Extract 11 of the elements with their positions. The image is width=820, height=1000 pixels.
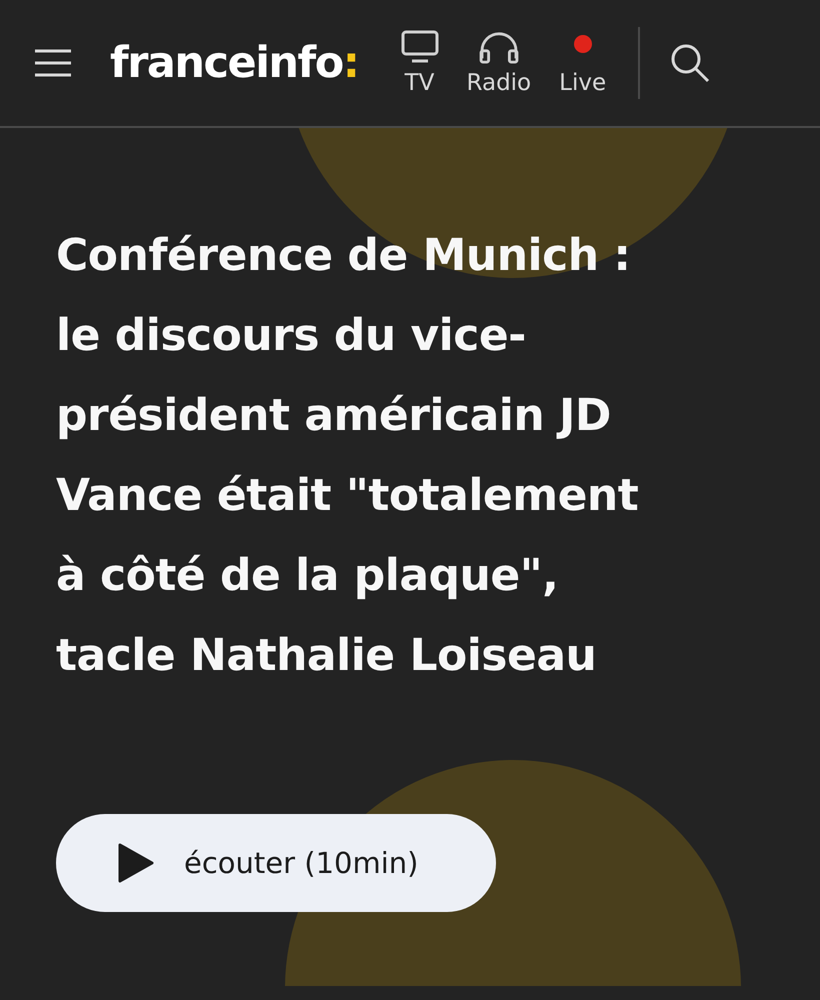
search-icon[interactable] — [670, 43, 710, 83]
nav-link[interactable]: TV — [400, 30, 438, 96]
live-dot-icon — [572, 34, 593, 54]
play-icon — [118, 843, 154, 883]
nav-link[interactable]: Live — [559, 30, 606, 96]
tv-icon — [400, 30, 438, 64]
listen-button[interactable]: écouter (10min) — [56, 814, 496, 912]
menu-icon[interactable] — [34, 49, 72, 77]
nav-link[interactable]: Radio — [466, 30, 532, 96]
logo[interactable]: franceinfo: — [110, 38, 358, 88]
headline: Conférence de Munich : le discours du vice- président américain JD Vance était "totalement à côté de la plaque", tacle Nathalie Loiseau — [56, 229, 638, 683]
